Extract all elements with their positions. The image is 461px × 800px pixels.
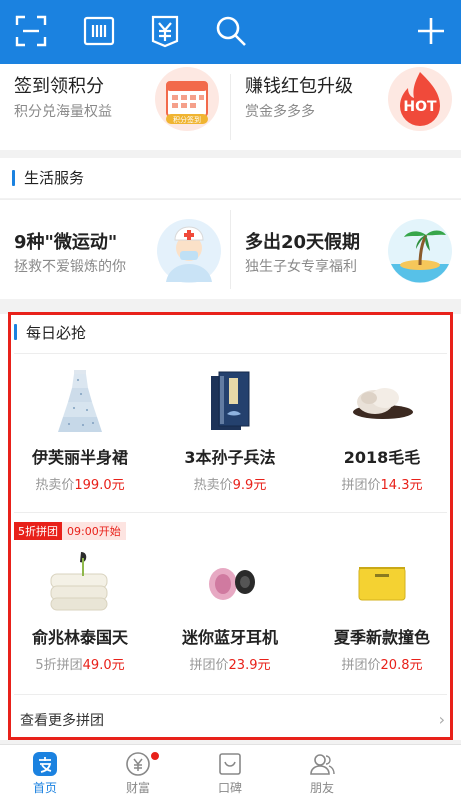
nurse-icon	[156, 218, 222, 284]
deal-name: 夏季新款撞色	[333, 628, 430, 647]
hot-flame-icon: HOT	[387, 66, 453, 132]
divider	[14, 512, 447, 513]
plus-icon[interactable]	[414, 14, 448, 48]
koubei-icon	[219, 753, 241, 775]
life-services-title: 生活服务	[24, 169, 85, 187]
tab-label: 朋友	[309, 781, 334, 795]
red-packet-title: 赚钱红包升级	[245, 76, 353, 97]
deal-price: 热卖价9.9元	[193, 478, 267, 493]
section-accent-bar	[12, 170, 15, 186]
tab-home[interactable]: 首页	[5, 745, 85, 800]
skirt-icon	[43, 370, 117, 434]
checkin-points-card[interactable]: 签到领积分 积分兑海量权益 积分签到	[0, 64, 230, 150]
alipay-home-icon	[33, 752, 57, 776]
group-buy-badge: 5折拼团 09:00开始	[14, 522, 126, 540]
start-time-badge: 09:00开始	[62, 522, 126, 540]
deal-price: 拼团价23.9元	[189, 658, 271, 673]
notification-dot	[150, 751, 160, 761]
deal-name: 2018毛毛	[343, 448, 421, 467]
handbag-icon	[345, 550, 419, 614]
discount-badge: 5折拼团	[14, 522, 62, 540]
red-packet-subtitle: 赏金多多多	[245, 104, 315, 120]
deal-price: 5折拼团49.0元	[35, 658, 125, 673]
earphone-icon	[193, 550, 267, 614]
tab-koubei[interactable]: 口碑	[190, 745, 270, 800]
deal-item-pillow[interactable]: 俞兆林泰国天 5折拼团49.0元	[10, 550, 150, 673]
extra-holiday-card[interactable]: 多出20天假期 独生子女专享福利	[231, 200, 461, 299]
friends-icon	[310, 754, 335, 775]
tab-label: 首页	[32, 781, 57, 795]
deal-price: 拼团价20.8元	[341, 658, 423, 673]
red-packet-upgrade-card[interactable]: 赚钱红包升级 赏金多多多 HOT	[231, 64, 461, 150]
promo-row-2: 9种"微运动" 拯救不爱锻炼的你 多出20天假期 独生子女专享福利	[0, 199, 461, 299]
tab-friends[interactable]: 朋友	[282, 745, 362, 800]
barcode-icon[interactable]	[82, 14, 116, 48]
top-bar	[0, 0, 461, 64]
divider	[14, 353, 447, 354]
micro-exercise-subtitle: 拯救不爱锻炼的你	[14, 259, 126, 275]
calendar-icon: 积分签到	[154, 66, 220, 132]
micro-exercise-card[interactable]: 9种"微运动" 拯救不爱锻炼的你	[0, 200, 230, 299]
deal-name: 伊芙丽半身裙	[31, 448, 128, 467]
chevron-right-icon[interactable]: ›	[439, 710, 445, 729]
daily-deals-header: 每日必抢	[0, 314, 461, 352]
section-accent-bar	[14, 324, 17, 340]
promo-row-1: 签到领积分 积分兑海量权益 积分签到 赚钱红包升级 赏金多多多 HOT	[0, 64, 461, 150]
pillow-icon	[43, 550, 117, 614]
view-more-group-buy-link[interactable]: 查看更多拼团	[20, 710, 104, 730]
extra-holiday-subtitle: 独生子女专享福利	[245, 259, 357, 275]
palm-island-icon	[387, 218, 453, 284]
micro-exercise-title: 9种"微运动"	[14, 232, 118, 253]
divider	[14, 694, 447, 695]
deal-item-handbag[interactable]: 夏季新款撞色 拼团价20.8元	[312, 550, 452, 673]
deal-item-skirt[interactable]: 伊芙丽半身裙 热卖价199.0元	[10, 370, 150, 493]
hot-text: HOT	[403, 99, 437, 115]
deal-name: 俞兆林泰国天	[31, 628, 128, 647]
bottom-tab-bar: 首页 财富 口碑 朋友	[0, 744, 461, 800]
fur-slipper-icon	[345, 370, 419, 434]
app-root: 签到领积分 积分兑海量权益 积分签到 赚钱红包升级 赏金多多多 HOT 生活服务…	[0, 0, 461, 800]
daily-deals-title: 每日必抢	[26, 324, 87, 342]
deal-item-book-set[interactable]: 3本孙子兵法 热卖价9.9元	[160, 370, 300, 493]
tab-label: 财富	[125, 781, 150, 795]
deal-item-earphone[interactable]: 迷你蓝牙耳机 拼团价23.9元	[160, 550, 300, 673]
scan-icon[interactable]	[14, 14, 48, 48]
deal-name: 迷你蓝牙耳机	[181, 628, 278, 647]
book-set-icon	[193, 370, 267, 434]
search-icon[interactable]	[214, 14, 248, 48]
extra-holiday-title: 多出20天假期	[245, 232, 361, 253]
deal-name: 3本孙子兵法	[184, 448, 276, 467]
checkin-title: 签到领积分	[14, 76, 104, 97]
checkin-subtitle: 积分兑海量权益	[14, 104, 112, 120]
life-services-header: 生活服务	[0, 158, 461, 198]
tab-label: 口碑	[217, 781, 242, 795]
wealth-icon	[126, 752, 150, 776]
deal-item-fur-slipper[interactable]: 2018毛毛 拼团价14.3元	[312, 370, 452, 493]
deal-price: 热卖价199.0元	[35, 478, 125, 493]
calendar-badge-text: 积分签到	[173, 115, 201, 124]
yen-card-icon[interactable]	[148, 14, 182, 48]
deal-price: 拼团价14.3元	[341, 478, 423, 493]
tab-wealth[interactable]: 财富	[98, 745, 178, 800]
